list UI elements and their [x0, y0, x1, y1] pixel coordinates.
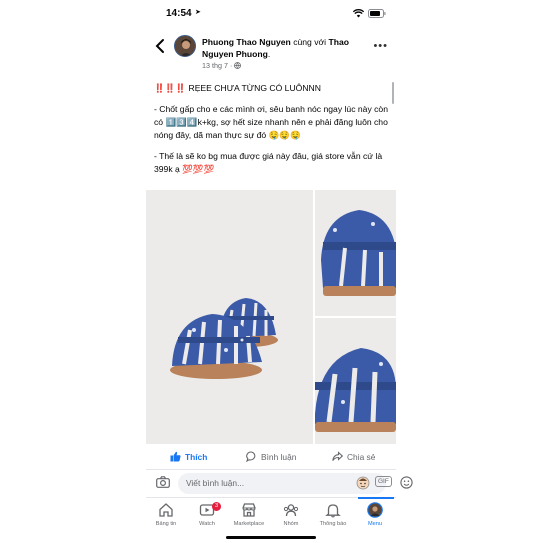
bell-icon [325, 504, 341, 518]
tab-home[interactable]: Bảng tin [146, 502, 186, 527]
comment-button[interactable]: Bình luận [246, 451, 296, 462]
sandal-photo-3 [315, 318, 396, 444]
comment-bubble-icon [246, 451, 256, 462]
tab-label: Marketplace [233, 521, 265, 527]
active-tab-indicator [358, 497, 394, 499]
location-arrow-icon: ➤ [195, 9, 201, 16]
share-label: Chia sẻ [347, 451, 376, 462]
post-date[interactable]: 13 thg 7 [202, 61, 228, 70]
post-paragraph: - Chốt gấp cho e các mình ơi, sêu banh n… [154, 104, 388, 140]
menu-avatar-icon [367, 502, 383, 518]
photo-side-2[interactable] [315, 318, 396, 444]
bottom-tab-bar: Bảng tin 3 Watch Marketplace Nhóm Thông … [146, 497, 396, 535]
tab-label: Bảng tin [155, 521, 177, 527]
tab-label: Watch [199, 521, 215, 527]
tab-label: Menu [368, 521, 382, 527]
wifi-icon [353, 9, 364, 18]
tab-marketplace[interactable]: Marketplace [229, 502, 269, 527]
avatar-sticker-icon[interactable] [356, 476, 370, 490]
share-arrow-icon [332, 451, 343, 461]
like-button[interactable]: Thích [170, 451, 207, 462]
tab-notifications[interactable]: Thông báo [313, 502, 353, 527]
post-paragraph: ‼️‼️‼️ RẸEE CHƯA TỪNG CÓ LUÔNNN [154, 83, 321, 93]
tab-label: Thông báo [319, 521, 347, 527]
battery-icon [368, 9, 386, 18]
share-button[interactable]: Chia sẻ [332, 451, 375, 462]
thumbs-up-icon [170, 451, 181, 462]
tab-menu[interactable]: Menu [355, 502, 395, 527]
comment-placeholder: Viết bình luận... [186, 478, 245, 488]
action-bar: Thích Bình luận Chia sẻ [146, 451, 396, 469]
post-header: Phuong Thao Nguyen cùng với Thao Nguyen … [146, 32, 396, 72]
tab-label: Nhóm [283, 521, 299, 527]
post-paragraph: - Thế là sẽ ko bg mua được giá này đâu, … [154, 151, 383, 174]
post-meta: 13 thg 7 · [202, 61, 242, 70]
camera-icon[interactable] [156, 476, 170, 488]
status-icons [353, 9, 386, 18]
author-avatar[interactable] [174, 35, 196, 57]
author-name[interactable]: Phuong Thao Nguyen [202, 37, 291, 47]
tagged-suffix: . [267, 49, 271, 59]
tab-groups[interactable]: Nhóm [271, 502, 311, 527]
author-line: Phuong Thao Nguyen cùng với Thao Nguyen … [202, 36, 372, 60]
with-text: cùng với [293, 37, 327, 47]
photo-main[interactable] [146, 190, 313, 444]
meta-separator: · [229, 61, 233, 70]
scrollbar-thumb[interactable] [392, 82, 394, 104]
status-bar: 14:54 ➤ [146, 6, 396, 22]
tab-watch[interactable]: 3 Watch [187, 502, 227, 527]
sandal-photo-2 [315, 190, 396, 316]
photo-side-1[interactable] [315, 190, 396, 316]
back-arrow-icon[interactable] [154, 38, 168, 54]
globe-icon [234, 62, 242, 69]
home-indicator [226, 536, 316, 539]
comment-input[interactable]: Viết bình luận... GIF [178, 473, 413, 494]
photo-grid [146, 190, 396, 444]
comment-bar: Viết bình luận... GIF [146, 469, 413, 495]
home-icon [159, 503, 173, 517]
sandal-photo-1 [146, 190, 313, 444]
phone-screen: 14:54 ➤ Phuong Thao Nguyen cùng với Thao… [146, 0, 413, 543]
gif-button[interactable]: GIF [375, 476, 392, 487]
more-options-icon[interactable]: ••• [373, 40, 388, 52]
watch-badge: 3 [212, 502, 222, 511]
comment-label: Bình luận [261, 451, 297, 462]
groups-icon [283, 504, 299, 517]
status-time: 14:54 [166, 8, 192, 19]
like-label: Thích [185, 451, 208, 462]
emoji-icon[interactable] [400, 476, 413, 489]
marketplace-icon [242, 503, 256, 517]
post-text: ‼️‼️‼️ RẸEE CHƯA TỪNG CÓ LUÔNNN - Chốt g… [154, 82, 390, 184]
